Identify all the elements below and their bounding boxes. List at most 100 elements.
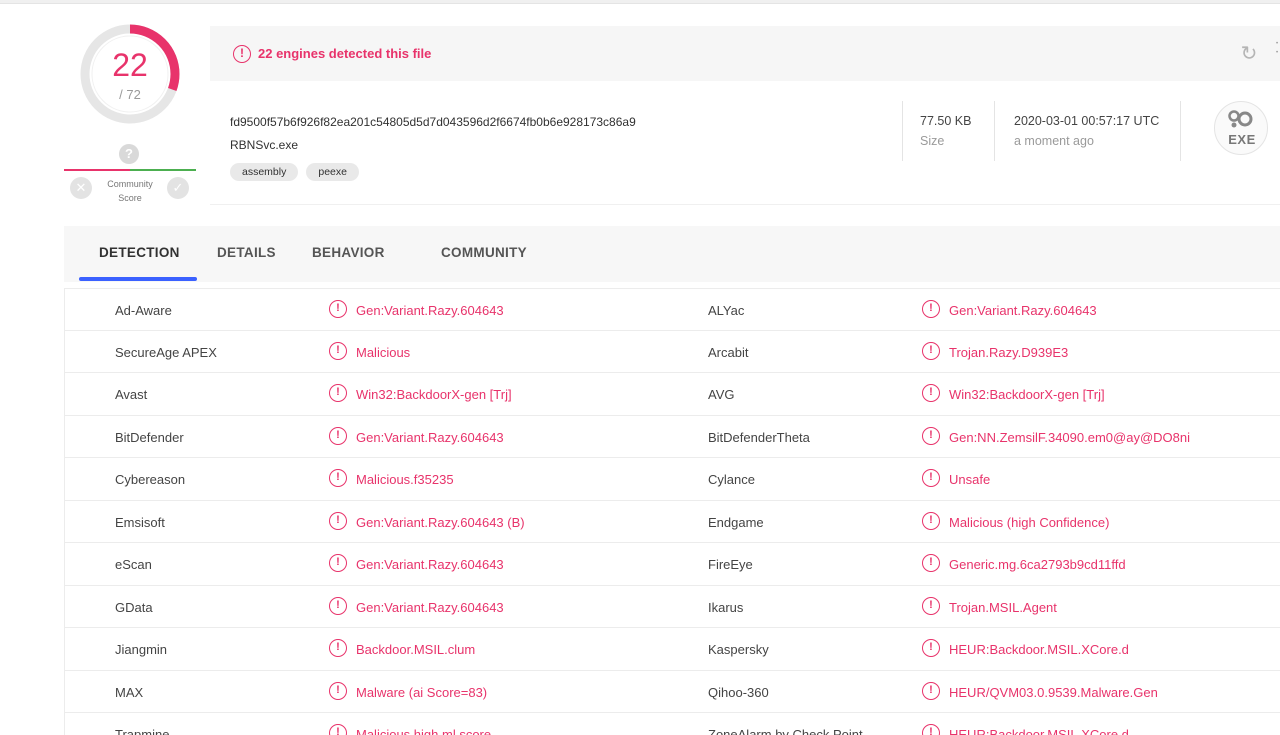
community-bar-negative	[64, 169, 130, 171]
engine-name: MAX	[115, 684, 144, 700]
community-score: ? ✕ Community Score ✓	[64, 142, 196, 208]
gears-icon	[1228, 110, 1253, 128]
engine-name: Emsisoft	[115, 514, 165, 530]
question-icon: ?	[119, 144, 139, 164]
engine-name: Ad-Aware	[115, 303, 172, 318]
exe-file-icon: EXE	[1214, 101, 1268, 155]
analysis-date-value: 2020-03-01 00:57:17 UTC	[1014, 114, 1160, 128]
alert-circle-icon: !	[922, 384, 940, 402]
engine-name: Qihoo-360	[708, 684, 769, 700]
divider	[994, 101, 995, 161]
detection-result: Malware (ai Score=83)	[356, 684, 488, 700]
alert-circle-icon: !	[922, 724, 940, 735]
detection-score-gauge: 22 / 72	[79, 23, 181, 125]
more-options-icon[interactable]: • •	[1276, 40, 1280, 68]
table-row: MAX! Malware (ai Score=83) Qihoo-360! HEUR/…	[64, 670, 1280, 713]
engine-name: Ikarus	[708, 599, 744, 615]
tag-assembly[interactable]: assembly	[230, 163, 299, 181]
detection-result: Gen:Variant.Razy.604643	[356, 557, 504, 572]
alert-circle-icon: !	[922, 426, 940, 445]
table-row: Jiangmin! Backdoor.MSIL.clum Kaspersky! HEU…	[64, 628, 1280, 671]
table-row: GData! Gen:Variant.Razy.604643 Ikarus! Troj…	[64, 585, 1280, 628]
engine-name: Avast	[115, 387, 148, 402]
alert-circle-icon: !	[922, 511, 940, 530]
detection-result: Gen:Variant.Razy.604643	[949, 303, 1097, 318]
detections-table: Ad-Aware! Gen:Variant.Razy.604643 ALYac! Ge…	[64, 288, 1280, 735]
engine-name: Endgame	[708, 514, 764, 530]
alert-circle-icon: !	[329, 639, 347, 657]
alert-circle-icon: !	[922, 596, 940, 615]
top-border	[0, 0, 1280, 4]
detection-result: Gen:Variant.Razy.604643	[356, 599, 504, 615]
divider	[1180, 101, 1181, 161]
engine-name: Jiangmin	[115, 642, 168, 657]
alert-circle-icon: !	[922, 469, 940, 487]
vote-harmful-button[interactable]: ✕	[70, 177, 92, 199]
active-tab-indicator	[79, 277, 197, 281]
vote-harmless-button[interactable]: ✓	[167, 177, 189, 199]
detection-result: Malicious.high.ml.score	[356, 727, 492, 735]
engine-name: BitDefenderTheta	[708, 429, 810, 445]
detection-result: Gen:Variant.Razy.604643	[356, 429, 504, 445]
engine-name: Trapmine	[115, 727, 170, 735]
alert-circle-icon: !	[922, 341, 940, 360]
alert-circle-icon: !	[922, 639, 940, 657]
engine-name: AVG	[708, 387, 735, 402]
detected-count: 22	[112, 47, 148, 83]
table-row: BitDefender! Gen:Variant.Razy.604643 BitDe…	[64, 415, 1280, 458]
report-tabs: DETECTION DETAILS BEHAVIOR COMMUNITY	[64, 226, 1280, 282]
community-bar-positive	[130, 169, 196, 171]
alert-circle-icon: !	[329, 681, 347, 700]
file-type-label: EXE	[1228, 132, 1256, 147]
detection-result: Backdoor.MSIL.clum	[356, 642, 476, 657]
detection-result: Trojan.MSIL.Agent	[949, 599, 1057, 615]
detection-alert-bar: ! 22 engines detected this file ↻ • •	[210, 26, 1280, 81]
refresh-icon[interactable]: ↻	[1238, 43, 1260, 65]
community-label-line2: Score	[118, 193, 142, 203]
table-row: SecureAge APEX! Malicious Arcabit! Trojan.R…	[64, 330, 1280, 373]
tab-behavior[interactable]: BEHAVIOR	[312, 245, 385, 260]
alert-circle-icon: !	[329, 469, 347, 487]
file-size-value: 77.50 KB	[920, 114, 972, 128]
alert-circle-icon: !	[329, 426, 347, 445]
engine-name: ZoneAlarm by Check Point	[708, 727, 863, 735]
tab-community[interactable]: COMMUNITY	[441, 245, 527, 260]
table-row: Cybereason! Malicious.f35235 Cylance! Unsaf…	[64, 458, 1280, 501]
file-hash[interactable]: fd9500f57b6f926f82ea201c54805d5d7d043596…	[230, 115, 636, 129]
detection-result: HEUR:Backdoor.MSIL.XCore.d	[949, 727, 1129, 735]
alert-circle-icon: !	[329, 341, 347, 360]
detection-result: Malicious.f35235	[356, 472, 454, 487]
alert-circle-icon: !	[329, 300, 347, 318]
alert-circle-icon: !	[329, 384, 347, 402]
table-row: Emsisoft! Gen:Variant.Razy.604643 (B) Endg…	[64, 500, 1280, 543]
detection-result: Gen:NN.ZemsilF.34090.em0@ay@DO8ni	[949, 429, 1190, 445]
alert-circle-icon: !	[922, 554, 940, 572]
detection-result: HEUR/QVM03.0.9539.Malware.Gen	[949, 684, 1158, 700]
detection-result: Gen:Variant.Razy.604643	[356, 303, 504, 318]
file-name: RBNSvc.exe	[230, 138, 299, 152]
detection-result: HEUR:Backdoor.MSIL.XCore.d	[949, 642, 1129, 657]
engine-name: GData	[115, 599, 153, 615]
detection-result: Win32:BackdoorX-gen [Trj]	[356, 387, 512, 402]
table-row: eScan! Gen:Variant.Razy.604643 FireEye! Gen…	[64, 543, 1280, 586]
tag-peexe[interactable]: peexe	[306, 163, 359, 181]
tab-details[interactable]: DETAILS	[217, 245, 276, 260]
detection-result: Unsafe	[949, 472, 991, 487]
engine-name: FireEye	[708, 557, 753, 572]
file-size-label: Size	[920, 134, 945, 148]
table-row: Avast! Win32:BackdoorX-gen [Trj] AVG! Win32…	[64, 373, 1280, 416]
file-info-card: fd9500f57b6f926f82ea201c54805d5d7d043596…	[210, 81, 1280, 205]
alert-circle-icon: !	[329, 724, 347, 735]
detection-result: Malicious	[356, 344, 411, 360]
tab-detection[interactable]: DETECTION	[99, 245, 180, 260]
community-label-line1: Community	[107, 179, 153, 189]
detection-result: Gen:Variant.Razy.604643 (B)	[356, 514, 525, 530]
alert-circle-icon: !	[922, 300, 940, 318]
alert-circle-icon: !	[233, 45, 251, 63]
table-row: Trapmine! Malicious.high.ml.score ZoneAlar…	[64, 713, 1280, 735]
detection-result: Malicious (high Confidence)	[949, 514, 1110, 530]
engine-name: Cybereason	[115, 472, 186, 487]
alert-circle-icon: !	[922, 681, 940, 700]
file-tags: assembly peexe	[230, 163, 359, 181]
engine-name: SecureAge APEX	[115, 344, 217, 360]
